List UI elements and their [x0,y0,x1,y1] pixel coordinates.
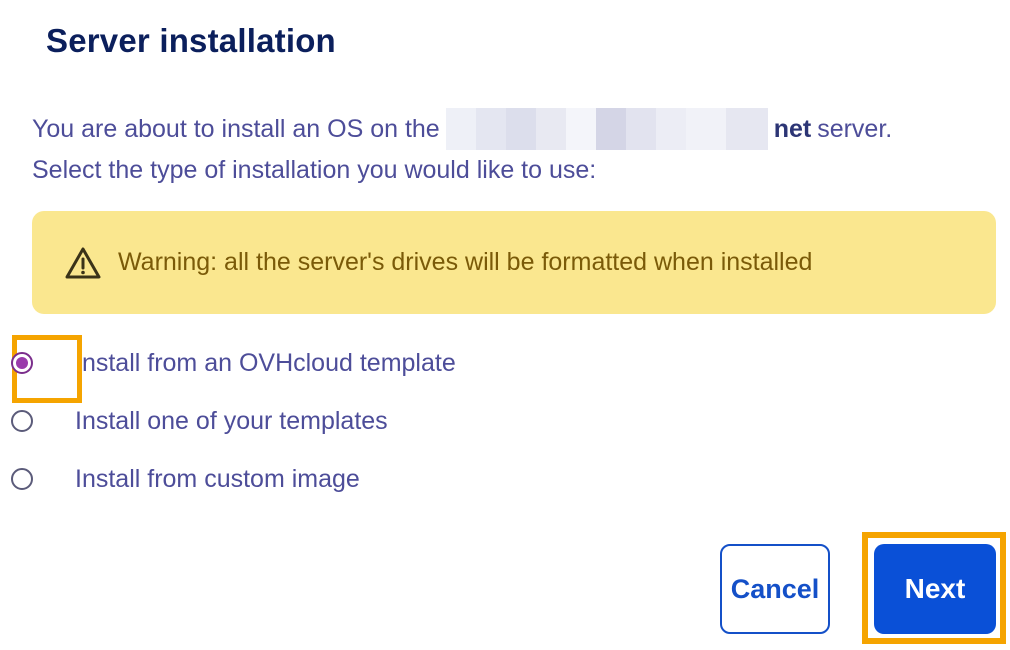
radio-ovhcloud-template[interactable] [10,352,33,374]
warning-banner: Warning: all the server's drives will be… [32,211,996,314]
option-custom-image[interactable]: Install from custom image [0,451,360,507]
radio-wrap [0,393,75,449]
option-label[interactable]: Install from custom image [75,465,360,494]
cancel-button[interactable]: Cancel [720,544,830,634]
radio-your-templates[interactable] [10,410,33,432]
warning-text: Warning: all the server's drives will be… [118,248,813,276]
radio-custom-image[interactable] [10,468,33,490]
warning-triangle-icon [65,247,101,278]
option-ovhcloud-template[interactable]: Install from an OVHcloud template [0,335,456,403]
next-button[interactable]: Next [874,544,996,634]
server-name-suffix: net [773,114,812,143]
intro-line-2: Select the type of installation you woul… [32,156,597,184]
intro-line-1: You are about to install an OS on the ne… [32,108,892,150]
server-installation-dialog: Server installation You are about to ins… [0,0,1010,650]
intro-prefix: You are about to install an OS on the [32,114,440,143]
radio-highlight-frame [0,335,82,403]
option-your-templates[interactable]: Install one of your templates [0,393,388,449]
radio-wrap [0,451,75,507]
option-label[interactable]: Install from an OVHcloud template [75,349,456,378]
dialog-title: Server installation [46,22,336,59]
redacted-server-name [445,108,768,150]
intro-suffix: server. [817,114,893,143]
option-label[interactable]: Install one of your templates [75,407,388,436]
intro-text: You are about to install an OS on the ne… [32,108,892,191]
